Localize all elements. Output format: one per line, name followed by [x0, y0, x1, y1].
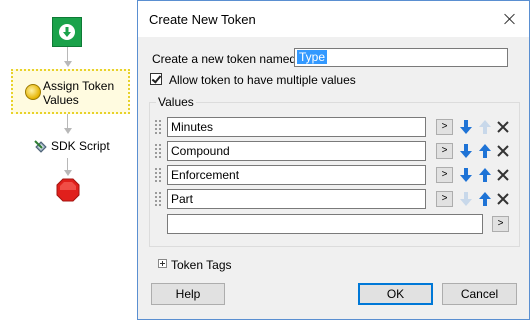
help-button[interactable]: Help: [151, 283, 225, 305]
green-down-arrow-icon: [59, 24, 75, 40]
assign-node-label: Assign Token Values: [43, 79, 129, 107]
workflow-canvas: Assign Token Values SDK Script: [0, 0, 137, 321]
move-up-arrow-icon[interactable]: [477, 119, 493, 135]
allow-multiple-values-label: Allow token to have multiple values: [169, 73, 356, 87]
value-row: Part >: [155, 189, 517, 209]
assign-node-label-line1: Assign Token: [43, 79, 115, 93]
connector-arrowhead: [64, 128, 72, 134]
drag-grip-icon[interactable]: [155, 120, 161, 134]
move-up-arrow-icon[interactable]: [477, 143, 493, 159]
browse-button[interactable]: >: [436, 119, 453, 135]
browse-button[interactable]: >: [436, 143, 453, 159]
value-row: Enforcement >: [155, 165, 517, 185]
delete-x-icon[interactable]: [495, 119, 511, 135]
move-down-arrow-icon[interactable]: [458, 167, 474, 183]
expand-plus-icon[interactable]: [158, 259, 167, 268]
move-up-arrow-icon[interactable]: [477, 191, 493, 207]
connector-arrowhead: [64, 61, 72, 67]
value-row: Minutes >: [155, 117, 517, 137]
delete-x-icon[interactable]: [495, 143, 511, 159]
new-value-input[interactable]: [167, 214, 483, 234]
end-node[interactable]: [56, 178, 80, 205]
token-name-label: Create a new token named:: [152, 52, 300, 66]
move-down-arrow-icon[interactable]: [458, 143, 474, 159]
value-row: Compound >: [155, 141, 517, 161]
sdk-script-icon: [34, 140, 47, 153]
value-input[interactable]: Compound: [167, 141, 426, 161]
value-input[interactable]: Part: [167, 189, 426, 209]
delete-x-icon[interactable]: [495, 191, 511, 207]
delete-x-icon[interactable]: [495, 167, 511, 183]
token-name-input[interactable]: Type: [294, 48, 508, 67]
drag-grip-icon[interactable]: [155, 168, 161, 182]
ok-button[interactable]: OK: [358, 283, 433, 305]
new-value-row: >: [155, 214, 517, 234]
token-name-value: Type: [297, 50, 328, 64]
move-down-arrow-icon[interactable]: [458, 119, 474, 135]
create-new-token-dialog: Create New Token Create a new token name…: [137, 0, 530, 320]
new-value-browse-button[interactable]: >: [492, 216, 509, 232]
coin-icon: [25, 84, 41, 100]
token-tags-label: Token Tags: [171, 258, 232, 272]
connector-arrowhead: [64, 170, 72, 176]
browse-button[interactable]: >: [436, 167, 453, 183]
cancel-button[interactable]: Cancel: [442, 283, 517, 305]
sdk-node-label: SDK Script: [51, 139, 110, 153]
red-stop-icon: [56, 178, 80, 202]
value-input[interactable]: Minutes: [167, 117, 426, 137]
browse-button[interactable]: >: [436, 191, 453, 207]
close-icon[interactable]: [497, 6, 523, 32]
move-up-arrow-icon[interactable]: [477, 167, 493, 183]
dialog-title: Create New Token: [149, 12, 256, 27]
start-node[interactable]: [52, 17, 82, 47]
assign-token-values-node[interactable]: Assign Token Values: [11, 69, 130, 114]
allow-multiple-values-checkbox[interactable]: [150, 73, 162, 85]
values-group: Values Minutes > Compound > Enforcement …: [149, 95, 520, 247]
drag-grip-icon[interactable]: [155, 192, 161, 206]
dialog-titlebar[interactable]: Create New Token: [138, 1, 529, 37]
assign-node-label-line2: Values: [43, 93, 79, 107]
values-group-label: Values: [156, 95, 196, 109]
value-input[interactable]: Enforcement: [167, 165, 426, 185]
drag-grip-icon[interactable]: [155, 144, 161, 158]
move-down-arrow-icon[interactable]: [458, 191, 474, 207]
